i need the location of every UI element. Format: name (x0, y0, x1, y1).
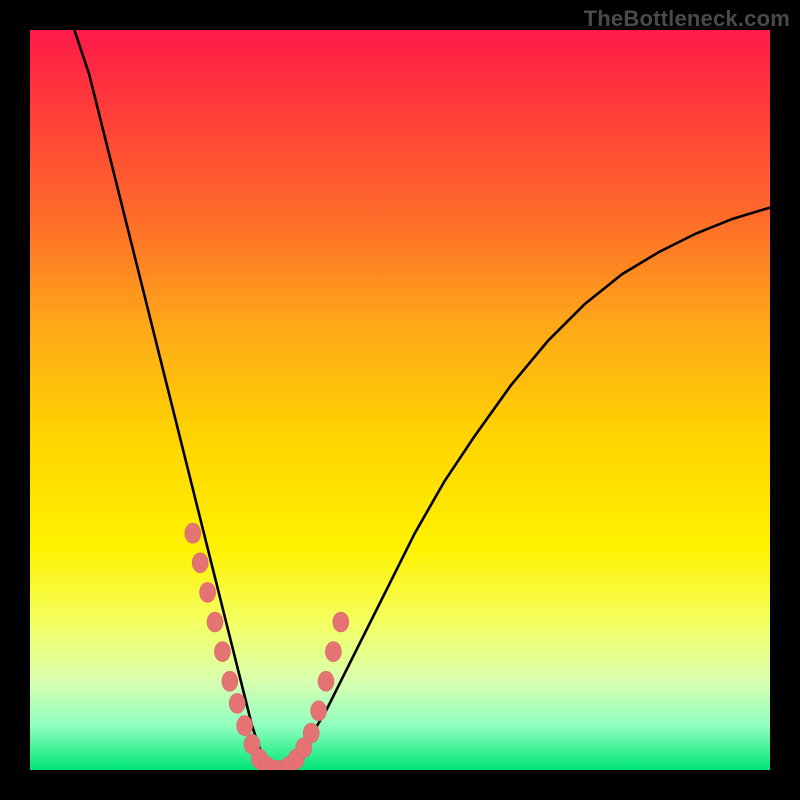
marker-point (333, 612, 349, 632)
marker-point (192, 553, 208, 573)
marker-point (325, 642, 341, 662)
watermark-text: TheBottleneck.com (584, 6, 790, 32)
marker-point (214, 642, 230, 662)
marker-point (207, 612, 223, 632)
bottleneck-curve (74, 30, 770, 770)
marker-point (318, 671, 334, 691)
marker-point (311, 701, 327, 721)
plot-area (30, 30, 770, 770)
marker-point (200, 582, 216, 602)
chart-frame: TheBottleneck.com (0, 0, 800, 800)
curve-path (74, 30, 770, 770)
marker-point (222, 671, 238, 691)
marker-point (185, 523, 201, 543)
marker-point (237, 716, 253, 736)
curve-svg (30, 30, 770, 770)
marker-point (303, 723, 319, 743)
marker-point (229, 693, 245, 713)
